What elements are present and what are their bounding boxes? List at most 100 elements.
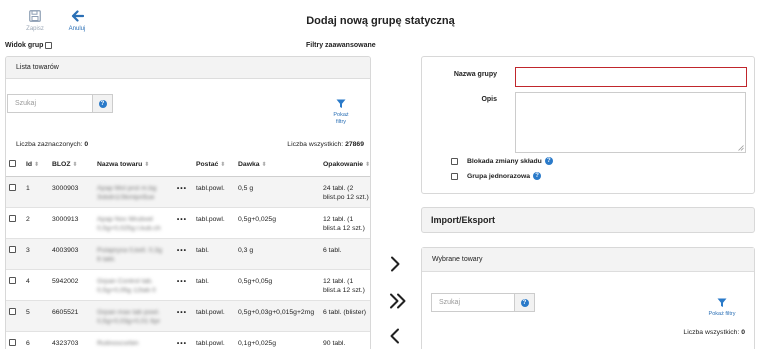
row-name-line-1: Pulapryxa 0,kell. 0,3g xyxy=(97,246,162,254)
view-groups-checkbox[interactable] xyxy=(45,42,53,49)
products-table-header: Id ⬍ BLOZ ⬍ Nazwa towaru ⬍ Postać ⬍ Dawk… xyxy=(6,154,370,177)
row-pack: 6 tabl. xyxy=(320,238,370,270)
products-search-help-button[interactable]: ? xyxy=(93,94,113,113)
row-name: Grpan Control tab. 0,5g+0,05g 12tab 0 xyxy=(94,269,168,301)
question-icon[interactable]: ? xyxy=(533,172,542,180)
row-pack: 12 tabl. (1 blist.a 12 szt.) xyxy=(320,207,370,239)
row-pack: 12 tabl. (1 blist.a 12 szt.) xyxy=(320,269,370,301)
row-name-line-1: Apap Noc Mrubvel xyxy=(97,215,153,223)
description-textarea[interactable] xyxy=(515,92,746,153)
table-row[interactable]: 5 6605521 Grpan max tab powl. 0,5g+0,03g+… xyxy=(6,300,370,332)
question-icon[interactable]: ? xyxy=(544,157,553,165)
group-name-input[interactable] xyxy=(515,67,747,87)
table-row[interactable]: 6 4323703 Rutinoscorbin ••• tabl.powl. 0… xyxy=(6,331,370,349)
selected-search-input[interactable]: Szukaj xyxy=(431,293,515,312)
col-bloz-label: BLOZ xyxy=(52,161,71,169)
table-row[interactable]: 1 3000903 Apap Mol prot m.bg 3sbdn1/3kmip… xyxy=(6,176,370,208)
row-checkbox[interactable] xyxy=(9,245,16,253)
row-dose: 0,5g+0,05g xyxy=(235,269,320,301)
row-name-line-1: Rutinoscorbin xyxy=(97,339,139,347)
row-pack-line-2: blist.po 12 szt.) xyxy=(323,193,369,201)
col-pack[interactable]: Opakowanie ⬍ xyxy=(320,154,370,177)
col-bloz[interactable]: BLOZ ⬍ xyxy=(49,154,94,177)
view-groups-toggle[interactable]: Widok grup xyxy=(5,42,53,49)
col-pack-label: Opakowanie xyxy=(323,161,364,169)
row-name: Apap Mol prot m.bg 3sbdn1/3kmipn5ue xyxy=(94,176,168,208)
sort-icon: ⬍ xyxy=(144,162,150,169)
show-filters-label-2: filtry xyxy=(335,119,347,125)
row-name-line-1: Apap Mol prot m.bg xyxy=(97,184,157,192)
show-filters-label-1: Pokaż xyxy=(333,112,349,118)
row-name: Pulapryxa 0,kell. 0,3g 6 tabl. xyxy=(94,238,168,270)
question-icon: ? xyxy=(98,99,107,108)
row-more-button[interactable]: ••• xyxy=(168,269,193,301)
row-pack-line-2: blist.a 12 szt.) xyxy=(323,286,365,294)
products-panel-header: Lista towarów xyxy=(6,57,370,79)
row-name-line-1: Grpan max tab powl. xyxy=(97,308,160,316)
move-selected-left-icon[interactable] xyxy=(389,328,401,344)
row-dose: 0,5g+0,03g+0,015g+2mg xyxy=(235,300,320,332)
row-name-line-2: 0,5g+0,05g 12tab 0 xyxy=(97,286,156,294)
col-name[interactable]: Nazwa towaru ⬍ xyxy=(94,154,168,177)
advanced-filters-link[interactable]: Filtry zaawansowane xyxy=(306,42,376,49)
table-row[interactable]: 3 4003903 Pulapryxa 0,kell. 0,3g 6 tabl. … xyxy=(6,238,370,270)
row-bloz: 4003903 xyxy=(49,238,94,270)
col-dose[interactable]: Dawka ⬍ xyxy=(235,154,320,177)
row-more-button[interactable]: ••• xyxy=(168,331,193,349)
row-name: Grpan max tab powl. 0,5g+0,03g+0,01 6pr xyxy=(94,300,168,332)
row-form: tabl.powl. xyxy=(193,176,235,208)
row-name-line-1: Grpan Control tab. xyxy=(97,277,153,285)
selected-show-filters-label: Pokaż filtry xyxy=(708,311,736,317)
row-checkbox[interactable] xyxy=(9,338,16,346)
selected-total-text: Liczba wszystkich: 0 xyxy=(683,329,745,336)
row-more-button[interactable]: ••• xyxy=(168,176,193,208)
row-id: 6 xyxy=(23,331,49,349)
group-form-panel: Nazwa grupy Opis Blokada zmiany składu ?… xyxy=(421,56,755,194)
row-pack-line-1: 90 tabl. xyxy=(323,339,346,347)
col-form[interactable]: Postać ⬍ xyxy=(193,154,235,177)
row-more-button[interactable]: ••• xyxy=(168,207,193,239)
col-form-label: Postać xyxy=(196,161,219,169)
row-checkbox[interactable] xyxy=(9,307,16,315)
products-show-filters-button[interactable]: Pokaż filtry xyxy=(326,99,356,126)
lock-composition-option[interactable]: Blokada zmiany składu ? xyxy=(451,157,553,165)
selected-show-filters-button[interactable]: Pokaż filtry xyxy=(702,298,742,318)
select-all-checkbox[interactable] xyxy=(9,160,16,168)
row-bloz: 5942002 xyxy=(49,269,94,301)
resize-handle-icon[interactable] xyxy=(738,145,744,151)
row-dose: 0,1g+0,025g xyxy=(235,331,320,349)
selected-count-value: 0 xyxy=(84,141,89,148)
row-bloz: 6605521 xyxy=(49,300,94,332)
row-checkbox[interactable] xyxy=(9,276,16,284)
row-dose: 0,5g+0,025g xyxy=(235,207,320,239)
move-all-right-icon[interactable] xyxy=(388,293,408,309)
table-row[interactable]: 4 5942002 Grpan Control tab. 0,5g+0,05g 1… xyxy=(6,269,370,301)
import-export-section[interactable]: Import/Eksport xyxy=(421,207,755,233)
one-off-group-option[interactable]: Grupa jednorazowa ? xyxy=(451,172,542,180)
lock-composition-checkbox[interactable] xyxy=(451,157,458,165)
row-bloz: 3000903 xyxy=(49,176,94,208)
row-id: 3 xyxy=(23,238,49,270)
selected-products-header: Wybrane towary xyxy=(422,248,754,272)
products-search-input[interactable]: Szukaj xyxy=(7,94,93,113)
row-checkbox[interactable] xyxy=(9,183,16,191)
table-row[interactable]: 2 3000913 Apap Noc Mrubvel 0,5g+0,025g t.… xyxy=(6,207,370,239)
row-pack-line-2: blist.a 12 szt.) xyxy=(323,224,365,232)
selected-count-label: Liczba zaznaczonych: xyxy=(16,141,83,148)
row-name-line-2: 6 tabl. xyxy=(97,255,116,263)
selected-total-value: 0 xyxy=(741,329,745,336)
move-selected-right-icon[interactable] xyxy=(389,256,401,272)
row-checkbox[interactable] xyxy=(9,214,16,222)
row-more-button[interactable]: ••• xyxy=(168,238,193,270)
sort-icon: ⬍ xyxy=(261,162,267,169)
one-off-group-checkbox[interactable] xyxy=(451,172,458,180)
col-id[interactable]: Id ⬍ xyxy=(23,154,49,177)
import-export-label: Import/Eksport xyxy=(431,215,496,225)
row-name-line-2: 0,5g+0,025g t.kub.ch xyxy=(97,224,161,232)
funnel-icon xyxy=(336,99,346,108)
row-more-button[interactable]: ••• xyxy=(168,300,193,332)
selected-search-help-button[interactable]: ? xyxy=(515,293,535,312)
view-groups-label: Widok grup xyxy=(5,42,44,49)
products-table: Id ⬍ BLOZ ⬍ Nazwa towaru ⬍ Postać ⬍ Dawk… xyxy=(6,154,370,349)
row-name-line-2: 3sbdn1/3kmipn5ue xyxy=(97,193,155,201)
